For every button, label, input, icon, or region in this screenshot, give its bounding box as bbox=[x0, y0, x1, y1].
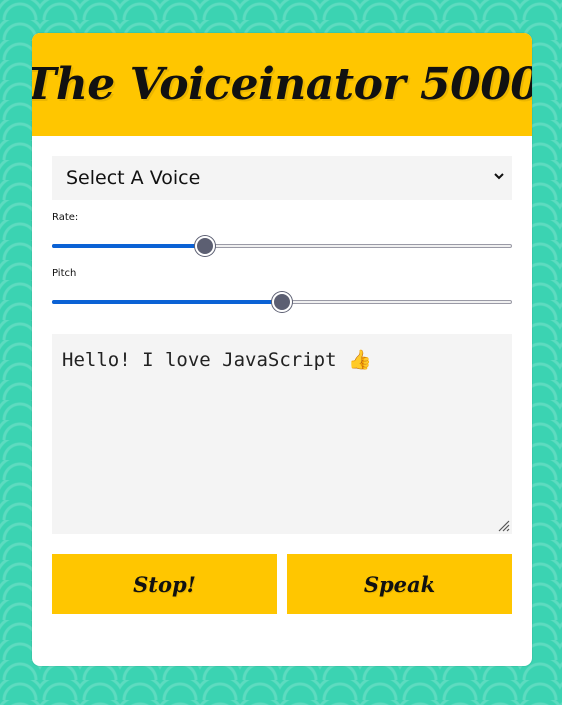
pitch-slider-fill bbox=[52, 300, 282, 304]
speak-button[interactable]: Speak bbox=[287, 554, 512, 614]
stop-button[interactable]: Stop! bbox=[52, 554, 277, 614]
header: The Voiceinator 5000 bbox=[32, 33, 532, 136]
button-row: Stop! Speak bbox=[52, 554, 512, 614]
chevron-down-icon bbox=[494, 173, 504, 180]
rate-slider-thumb[interactable] bbox=[195, 236, 216, 256]
resize-handle-icon[interactable] bbox=[494, 516, 510, 532]
voice-select[interactable]: Select A Voice bbox=[52, 156, 512, 200]
app-title: The Voiceinator 5000 bbox=[32, 59, 532, 110]
pitch-label: Pitch bbox=[52, 268, 77, 279]
rate-slider[interactable] bbox=[52, 224, 512, 266]
message-text: Hello! I love JavaScript 👍 bbox=[62, 349, 372, 371]
controls: Select A Voice Rate: Pitch Hello! I love… bbox=[32, 136, 532, 614]
voice-select-value: Select A Voice bbox=[66, 167, 201, 189]
rate-slider-fill bbox=[52, 244, 206, 248]
pitch-slider-thumb[interactable] bbox=[272, 292, 292, 312]
message-textarea[interactable]: Hello! I love JavaScript 👍 bbox=[52, 334, 512, 534]
rate-label: Rate: bbox=[52, 212, 79, 223]
pitch-slider[interactable] bbox=[52, 280, 512, 322]
voiceinator-panel: The Voiceinator 5000 Select A Voice Rate… bbox=[32, 33, 532, 666]
